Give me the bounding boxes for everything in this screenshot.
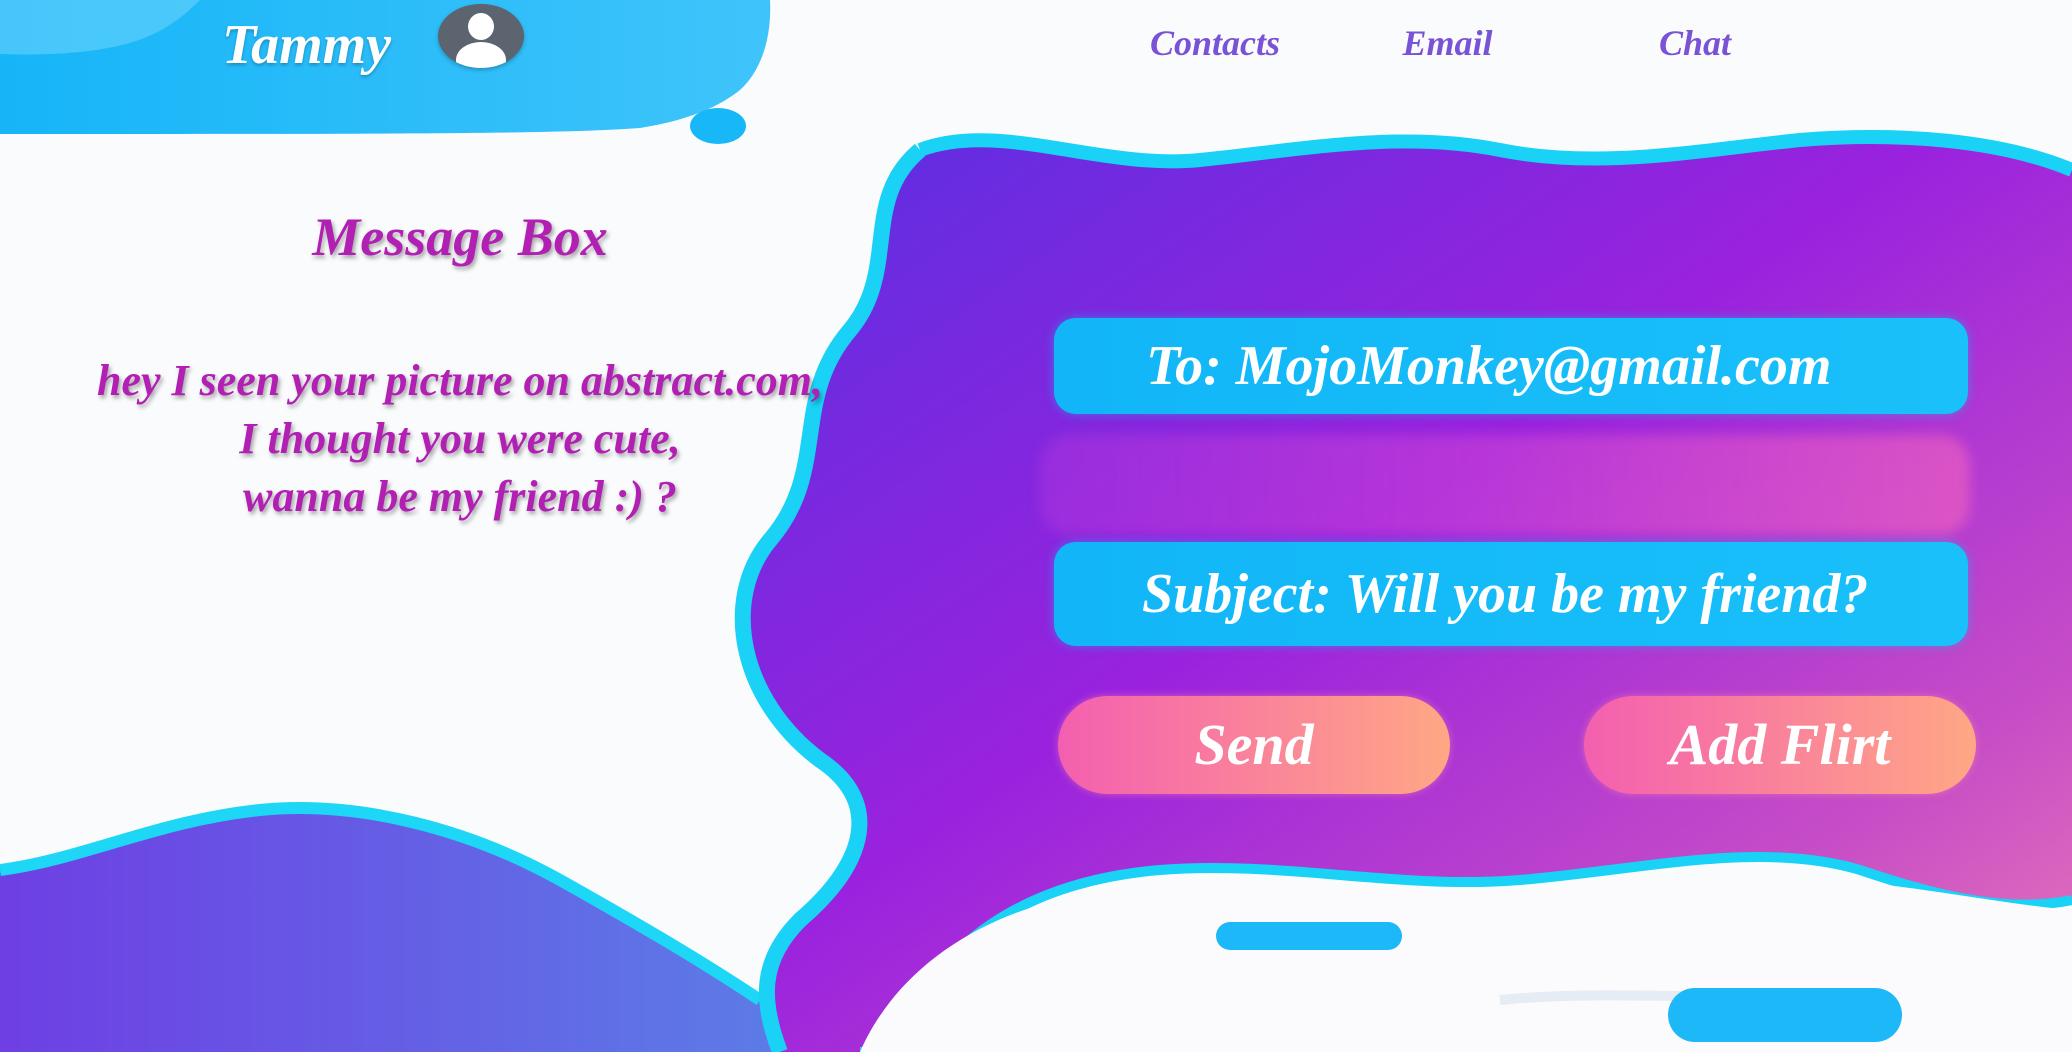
send-button[interactable]: Send	[1058, 696, 1450, 794]
message-line: hey I seen your picture on abstract.com,	[97, 356, 823, 405]
message-body: hey I seen your picture on abstract.com,…	[60, 352, 860, 526]
decorative-pill	[1668, 988, 1902, 1042]
message-box-title: Message Box	[312, 207, 608, 267]
username: Tammy	[222, 14, 392, 76]
nav-email[interactable]: Email	[1400, 18, 1495, 68]
nav-chat[interactable]: Chat	[1655, 18, 1735, 68]
to-field[interactable]: To: MojoMonkey@gmail.com	[1054, 318, 1968, 414]
nav-contacts[interactable]: Contacts	[1150, 18, 1280, 68]
avatar-shoulders	[456, 42, 506, 68]
add-flirt-button[interactable]: Add Flirt	[1584, 696, 1976, 794]
blurred-strip	[1040, 435, 1970, 535]
subject-field[interactable]: Subject: Will you be my friend?	[1054, 542, 1968, 646]
user-avatar-icon[interactable]	[438, 4, 524, 68]
avatar-head	[468, 13, 494, 40]
message-line: wanna be my friend :) ?	[243, 472, 677, 521]
message-line: I thought you were cute,	[239, 414, 681, 463]
decorative-pill	[1216, 922, 1402, 950]
